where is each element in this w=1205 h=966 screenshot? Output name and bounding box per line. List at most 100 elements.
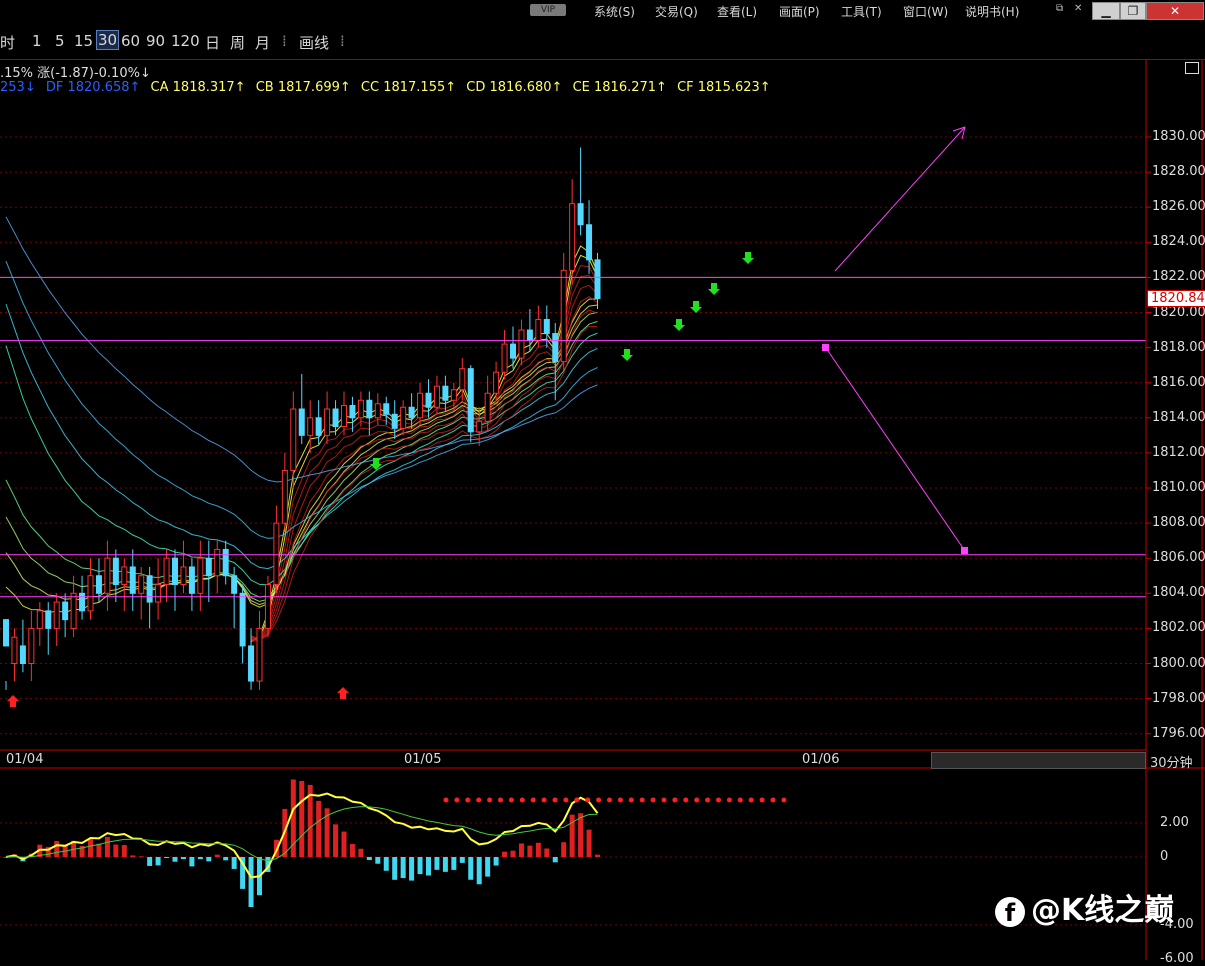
price-tick-label: 1816.00 [1152, 374, 1205, 390]
signal-dot [487, 797, 493, 803]
candle-body [180, 566, 187, 586]
toolbar-separator-2: ⁞ [340, 32, 345, 50]
minimize-button[interactable]: ▁ [1092, 2, 1120, 20]
signal-dot [716, 797, 721, 803]
candle-body [104, 557, 111, 594]
ma-ribbon-red-line [250, 325, 598, 641]
menu-window[interactable]: 窗口(W) [903, 3, 948, 20]
candle-body [552, 333, 559, 363]
current-price-badge: 1820.84 [1147, 290, 1205, 307]
candle-body [11, 636, 18, 664]
macd-histogram-bar [121, 844, 127, 857]
close-button[interactable]: ✕ [1146, 2, 1204, 20]
candle-body [476, 420, 483, 433]
macd-histogram-bar [552, 857, 558, 863]
period-hour[interactable]: 时 [0, 32, 15, 53]
signal-dot [476, 797, 482, 803]
candle-body [510, 343, 516, 359]
candle-body [417, 392, 424, 419]
candle-body [298, 408, 305, 436]
candle-body [315, 417, 322, 436]
signal-dot [628, 797, 634, 803]
signal-dot [498, 797, 503, 803]
price-tick-label: 1830.00 [1152, 129, 1205, 144]
period-month[interactable]: 月 [255, 32, 270, 53]
macd-histogram-bar [451, 857, 457, 870]
period-week[interactable]: 周 [230, 32, 245, 53]
maximize-button[interactable]: ❐ [1120, 2, 1146, 20]
period-120[interactable]: 120 [171, 32, 200, 50]
candle-body [197, 557, 204, 594]
macd-histogram-bar [214, 854, 220, 857]
macd-histogram-bar [510, 850, 516, 857]
sell-arrow-icon [742, 252, 754, 264]
facebook-logo-icon: f [995, 896, 1025, 927]
macd-tick-label: -6.00 [1160, 951, 1194, 966]
macd-histogram-bar [459, 857, 465, 863]
ma-ribbon-line [5, 332, 598, 586]
signal-dot [672, 797, 678, 803]
menu-tools[interactable]: 工具(T) [841, 3, 882, 20]
period-60[interactable]: 60 [121, 32, 140, 50]
date-label: 01/04 [6, 752, 44, 767]
panel-toggle-icon[interactable] [1185, 62, 1199, 74]
period-day[interactable]: 日 [205, 32, 220, 53]
macd-histogram-bar [476, 857, 482, 885]
macd-histogram-bar [316, 800, 322, 857]
draw-line-button[interactable]: 画线 [299, 32, 329, 53]
candle-body [19, 645, 26, 665]
candle-body [239, 592, 246, 647]
macd-histogram-bar [333, 824, 339, 857]
macd-histogram-bar [578, 813, 584, 857]
candle-body [231, 575, 238, 594]
menu-screen[interactable]: 画面(P) [779, 3, 820, 20]
period-30[interactable]: 30 [96, 30, 120, 50]
period-5[interactable]: 5 [55, 32, 65, 50]
indicator-value: CC 1817.155↑ [360, 80, 457, 95]
candle-body [366, 399, 373, 419]
macd-histogram-bar [586, 829, 592, 857]
candle-body [146, 575, 153, 603]
candle-body [586, 224, 593, 261]
menu-system[interactable]: 系统(S) [594, 3, 635, 20]
signal-dot [726, 797, 732, 803]
change-info: .15% 涨(-1.87)-0.10%↓ [0, 62, 151, 81]
period-toolbar: 时 1 5 15 30 60 90 120 日 周 月 ⁞ 画线 ⁞ [0, 22, 1205, 60]
macd-histogram-bar [392, 857, 398, 880]
up-projection-line [834, 126, 966, 272]
candle-body [543, 319, 550, 335]
vip-badge[interactable]: VIP [530, 4, 566, 16]
macd-histogram-bar [535, 842, 541, 857]
period-1[interactable]: 1 [32, 32, 42, 50]
candle-body [62, 601, 69, 621]
macd-tick-label: 2.00 [1160, 815, 1189, 830]
macd-histogram-bar [366, 857, 372, 861]
close-small-icon[interactable]: ✕ [1074, 3, 1082, 14]
chart-scrollbar[interactable] [931, 752, 1146, 769]
candle-body [526, 329, 533, 342]
macd-histogram-bar [54, 841, 60, 857]
menu-trade[interactable]: 交易(Q) [655, 3, 698, 20]
candle-body [391, 413, 398, 429]
period-90[interactable]: 90 [146, 32, 165, 50]
signal-dot [694, 797, 700, 803]
restore-small-icon[interactable]: ⧉ [1056, 3, 1063, 14]
signal-dot [650, 797, 656, 803]
macd-histogram-bar [358, 848, 364, 857]
candle-body [45, 610, 52, 629]
candlesticks [3, 147, 754, 707]
price-chart[interactable] [0, 60, 1205, 960]
macd-histogram-bar [518, 843, 524, 857]
macd-histogram-bar [383, 857, 389, 871]
signal-dot [574, 797, 580, 803]
indicator-values: 253↓ DF 1820.658↑ CA 1818.317↑ CB 1817.6… [0, 80, 777, 95]
watermark-text: @K线之巅 [1031, 893, 1175, 928]
toolbar-separator: ⁞ [282, 32, 287, 50]
candle-body [594, 259, 601, 299]
macd-histogram-bar [290, 779, 296, 857]
candle-body [172, 557, 178, 586]
down-projection-line [825, 347, 966, 552]
menu-view[interactable]: 查看(L) [717, 3, 757, 20]
period-15[interactable]: 15 [74, 32, 93, 50]
menu-manual[interactable]: 说明书(H) [965, 3, 1019, 20]
